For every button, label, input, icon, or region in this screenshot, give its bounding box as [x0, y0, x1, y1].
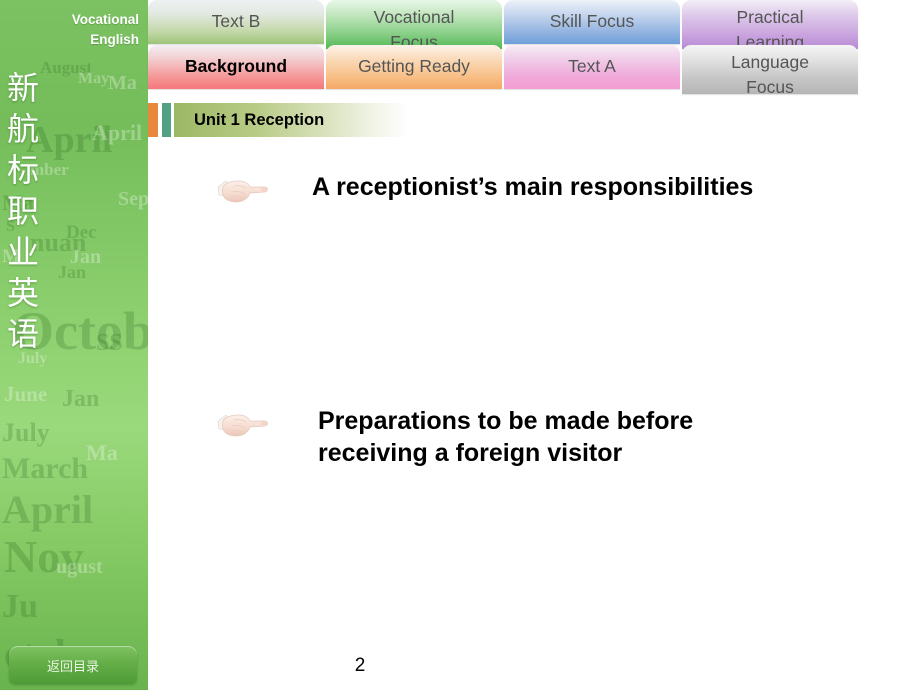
tab-vocational-focus[interactable]: Vocational Focus — [326, 0, 502, 52]
unit-marker-orange — [148, 103, 158, 137]
sidebar-title-char: 职 — [7, 192, 40, 230]
sidebar-brand-line1: Vocational — [71, 12, 139, 27]
sidebar-title-char: 新 — [7, 69, 40, 107]
tab-label: Text B — [211, 11, 261, 32]
tab-label: Language Focus — [731, 52, 809, 97]
sidebar-title-char: 航 — [7, 110, 40, 148]
tab-text-a[interactable]: Text A — [504, 45, 680, 89]
tab-skill-focus[interactable]: Skill Focus — [504, 0, 680, 44]
return-to-contents-label: 返回目录 — [46, 659, 99, 675]
tab-label: Skill Focus — [549, 11, 635, 32]
tab-language-focus[interactable]: Language Focus — [682, 45, 858, 97]
sidebar-title-char: 英 — [7, 274, 40, 312]
tab-label: Text A — [568, 56, 616, 77]
pointing-hand-icon — [214, 408, 276, 442]
unit-title-bar: Unit 1 Reception — [148, 103, 408, 137]
tab-label: Getting Ready — [358, 56, 470, 77]
sidebar: AugustMayMaAprilMaSeptemberSDecnuanMOcto… — [0, 0, 148, 690]
bullet-item[interactable]: A receptionist’s main responsibilities — [214, 172, 753, 206]
bullet-item[interactable]: Preparations to be made before receiving… — [214, 406, 798, 470]
slide-content: A receptionist’s main responsibilities P… — [148, 140, 920, 640]
tab-bar: Text B Vocational Focus Skill Focus Prac… — [148, 0, 920, 97]
pointing-hand-icon — [214, 174, 276, 208]
sidebar-title-char: 标 — [7, 151, 40, 189]
tab-getting-ready[interactable]: Getting Ready — [326, 45, 502, 89]
tab-text-b[interactable]: Text B — [148, 0, 324, 44]
unit-marker-teal — [162, 103, 171, 137]
sidebar-vertical-title: 新 航 标 职 业 英 语 — [7, 68, 53, 355]
unit-title: Unit 1 Reception — [174, 103, 408, 137]
slide: AugustMayMaAprilMaSeptemberSDecnuanMOcto… — [0, 0, 920, 690]
sidebar-title-char: 语 — [7, 315, 40, 353]
sidebar-title-char: 业 — [7, 233, 40, 271]
sidebar-brand: Vocational English — [9, 10, 139, 49]
tab-background[interactable]: Background — [148, 45, 324, 89]
bullet-text: A receptionist’s main responsibilities — [312, 173, 754, 201]
tab-label: Background — [184, 56, 288, 77]
page-number: 2 — [354, 655, 366, 676]
tab-practical-learning[interactable]: Practical Learning — [682, 0, 858, 52]
bullet-text: Preparations to be made before receiving… — [318, 407, 694, 467]
return-to-contents-button[interactable]: 返回目录 — [9, 646, 137, 684]
sidebar-brand-line2: English — [90, 31, 139, 47]
